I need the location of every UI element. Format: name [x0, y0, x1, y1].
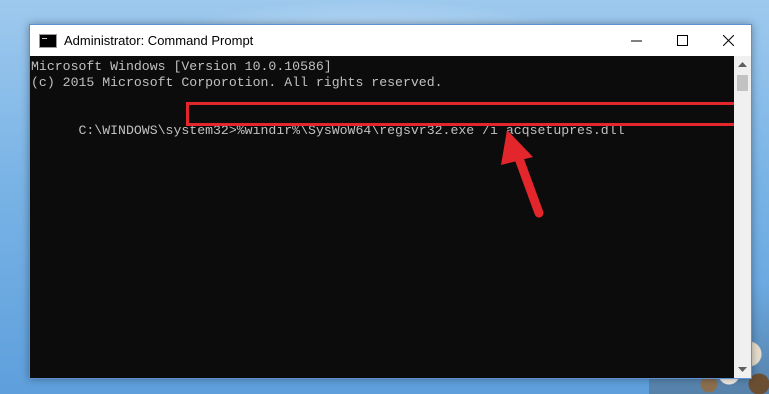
maximize-icon	[676, 35, 688, 46]
scroll-up-icon	[738, 62, 747, 67]
prompt-line[interactable]: C:\WINDOWS\system32>%windir%\SysWoW64\re…	[31, 102, 737, 138]
minimize-button[interactable]	[613, 25, 659, 56]
scroll-down-button[interactable]	[734, 361, 751, 378]
command-highlight-box	[186, 102, 737, 126]
console-line-version: Microsoft Windows [Version 10.0.10586]	[31, 59, 332, 74]
scroll-down-icon	[738, 367, 747, 372]
window-title: Administrator: Command Prompt	[64, 33, 254, 48]
console-line-copyright: (c) 2015 Microsoft Corporotion. All righ…	[31, 75, 443, 90]
command-prompt-window[interactable]: Administrator: Command Prompt Microsoft	[29, 24, 752, 379]
close-button[interactable]	[705, 25, 751, 56]
close-icon	[722, 35, 734, 46]
cmd-app-icon	[39, 33, 57, 48]
maximize-button[interactable]	[659, 25, 705, 56]
scrollbar-thumb[interactable]	[737, 75, 748, 91]
window-controls	[613, 25, 751, 56]
title-bar[interactable]: Administrator: Command Prompt	[30, 25, 751, 56]
minimize-icon	[630, 40, 642, 42]
red-arrow-icon	[501, 130, 544, 218]
scroll-up-button[interactable]	[734, 56, 751, 73]
vertical-scrollbar[interactable]	[734, 56, 751, 378]
console-output[interactable]: Microsoft Windows [Version 10.0.10586] (…	[30, 56, 737, 378]
